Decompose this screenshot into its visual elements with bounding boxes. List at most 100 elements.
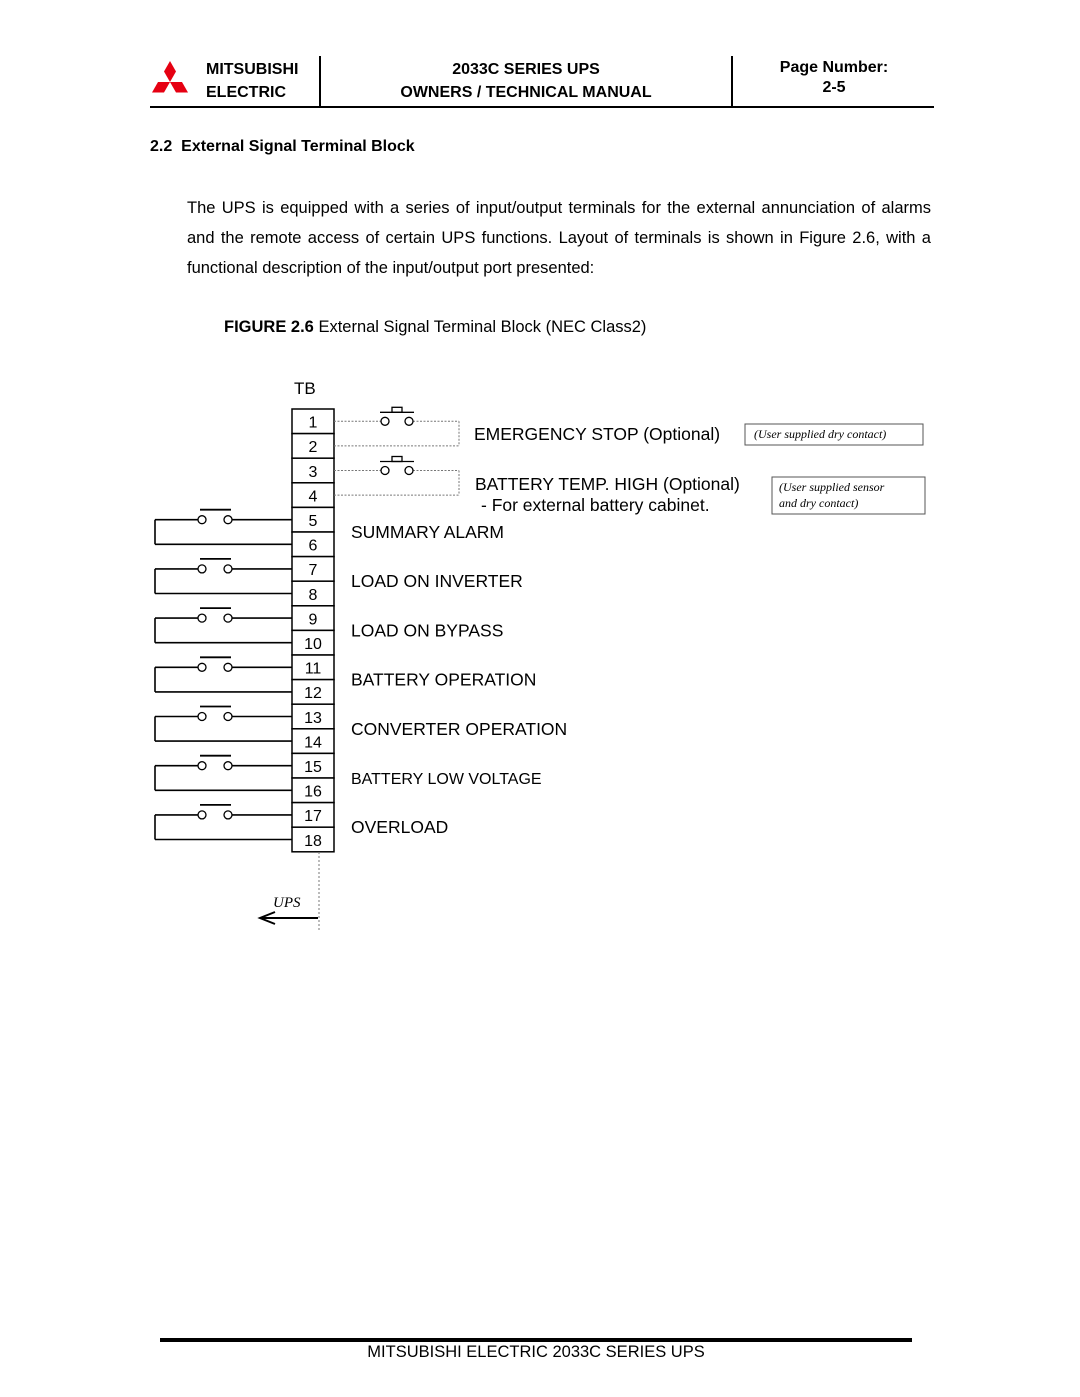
contact-terminal-icon (223, 711, 233, 722)
note-battery-temp-line2: and dry contact) (779, 496, 858, 510)
contact-terminal-icon (380, 416, 390, 426)
terminal-12: 12 (291, 678, 335, 705)
brand-line1: MITSUBISHI (206, 61, 299, 78)
contact-terminal-icon (197, 810, 207, 820)
terminal-number: 5 (309, 513, 318, 530)
terminal-1: 1 (291, 408, 335, 435)
terminal-number: 18 (304, 833, 322, 850)
manual-title-line1: 2033C SERIES UPS (452, 61, 600, 78)
contact-terminal-icon (197, 662, 207, 672)
note-emergency-stop: (User supplied dry contact) (754, 427, 886, 441)
header-divider (319, 56, 321, 108)
mitsubishi-logo-icon (152, 61, 188, 93)
output-contact-4 (154, 656, 292, 693)
header-rule (150, 106, 934, 108)
figure-caption: FIGURE 2.6 External Signal Terminal Bloc… (224, 318, 646, 337)
emergency-stop-circuit (334, 406, 460, 447)
contact-terminal-icon (223, 810, 233, 820)
terminal-number: 7 (309, 562, 318, 579)
input-sublabel-battery-temp: - For external battery cabinet. (481, 495, 710, 515)
contact-terminal-icon (223, 761, 233, 771)
terminal-number: 14 (304, 734, 322, 751)
terminal-4: 4 (291, 482, 335, 509)
output-label: LOAD ON BYPASS (351, 620, 503, 640)
terminal-14: 14 (291, 728, 335, 755)
ups-label: UPS (273, 895, 301, 911)
contact-terminal-icon (197, 711, 207, 722)
terminal-16: 16 (291, 777, 335, 804)
figure-title: External Signal Terminal Block (NEC Clas… (313, 318, 647, 336)
terminal-number: 11 (305, 661, 322, 678)
section-heading: 2.2 External Signal Terminal Block (150, 138, 415, 156)
input-circuits (334, 406, 460, 496)
section-number: 2.2 (150, 138, 173, 155)
page-number-label: Page Number: (779, 59, 889, 76)
battery-temp-circuit (334, 455, 460, 496)
terminal-15: 15 (291, 752, 335, 779)
output-labels: SUMMARY ALARM LOAD ON INVERTER LOAD ON BYP… (351, 522, 567, 837)
output-label: SUMMARY ALARM (351, 522, 504, 542)
output-label: BATTERY OPERATION (351, 670, 536, 690)
terminal-number: 10 (304, 636, 322, 653)
contact-terminal-icon (404, 416, 414, 426)
terminal-number: 6 (309, 538, 318, 555)
contact-terminal-icon (404, 465, 414, 476)
output-contact-2 (154, 558, 292, 595)
push-button-cap-icon (391, 455, 403, 463)
terminal-number: 8 (309, 587, 318, 604)
push-button-cap-icon (391, 406, 403, 413)
terminal-number: 12 (304, 685, 322, 702)
terminal-10: 10 (291, 629, 335, 656)
contact-terminal-icon (223, 564, 233, 574)
contact-terminal-icon (197, 564, 207, 574)
terminal-5: 5 (291, 506, 335, 533)
contact-terminal-icon (380, 465, 390, 476)
terminal-17: 17 (291, 801, 335, 828)
page-number-value: 2-5 (822, 79, 846, 96)
tb-label: TB (294, 379, 316, 398)
contact-terminal-icon (223, 662, 233, 672)
terminal-3: 3 (291, 457, 335, 484)
footer-text: MITSUBISHI ELECTRIC 2033C SERIES UPS (367, 1343, 705, 1361)
contact-terminal-icon (197, 613, 207, 623)
output-circuits (154, 508, 292, 841)
output-contact-7 (154, 804, 292, 841)
output-contact-5 (154, 705, 292, 742)
intro-paragraph: The UPS is equipped with a series of inp… (187, 199, 931, 277)
note-battery-temp-line1: (User supplied sensor (779, 480, 885, 494)
terminal-13: 13 (291, 703, 335, 730)
terminal-6: 6 (291, 531, 335, 558)
terminal-number: 13 (304, 710, 322, 727)
output-contact-1 (154, 508, 292, 546)
terminal-number: 17 (304, 808, 322, 825)
figure-number: FIGURE 2.6 (224, 318, 314, 336)
brand-line2: ELECTRIC (206, 84, 286, 101)
contact-terminal-icon (197, 515, 207, 525)
terminal-9: 9 (291, 605, 335, 632)
terminal-number: 4 (309, 488, 318, 505)
terminal-number: 16 (304, 784, 322, 801)
header-divider (731, 56, 733, 108)
section-title: External Signal Terminal Block (181, 138, 415, 155)
output-label: OVERLOAD (351, 817, 448, 837)
contact-terminal-icon (197, 761, 207, 771)
terminal-number: 15 (304, 759, 322, 776)
output-label: CONVERTER OPERATION (351, 719, 567, 739)
terminal-number: 2 (309, 439, 318, 456)
terminal-2: 2 (291, 432, 335, 459)
output-contact-6 (154, 754, 292, 792)
terminal-block: 123456789101112131415161718 (291, 408, 335, 853)
output-label: LOAD ON INVERTER (351, 571, 523, 591)
output-contact-3 (154, 607, 292, 644)
terminal-number: 9 (309, 611, 318, 628)
terminal-8: 8 (291, 580, 335, 607)
input-label-battery-temp: BATTERY TEMP. HIGH (Optional) (475, 474, 740, 494)
terminal-7: 7 (291, 555, 335, 582)
terminal-number: 3 (309, 464, 318, 481)
terminal-11: 11 (291, 654, 335, 681)
output-label: BATTERY LOW VOLTAGE (351, 771, 542, 788)
terminal-18: 18 (291, 826, 335, 853)
contact-terminal-icon (223, 613, 233, 623)
footer-rule (160, 1338, 912, 1342)
terminal-number: 1 (309, 415, 318, 432)
